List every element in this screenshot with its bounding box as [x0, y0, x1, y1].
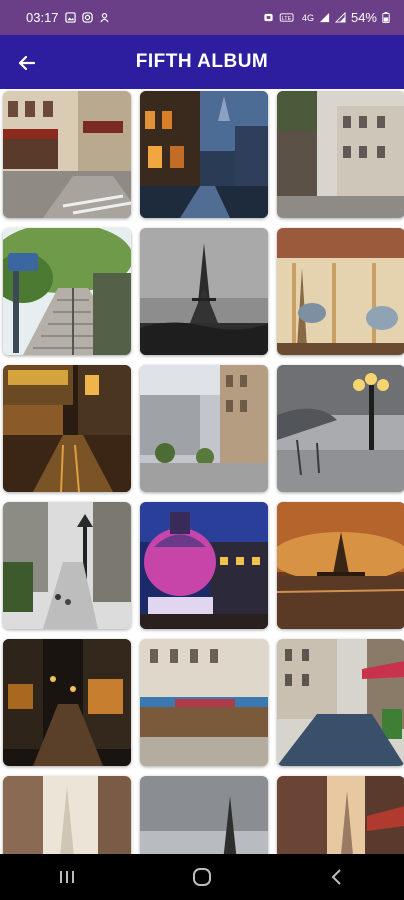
system-nav-bar: [0, 854, 404, 900]
status-bar: 03:17 LTE 4G 54%: [0, 0, 404, 35]
battery-percent: 54%: [350, 10, 377, 25]
status-time: 03:17: [26, 10, 59, 25]
signal-2-icon: [334, 12, 346, 23]
photo-thumbnail[interactable]: [277, 776, 404, 854]
recents-button[interactable]: [47, 857, 87, 897]
photo-thumbnail[interactable]: [140, 365, 268, 492]
photo-thumbnail[interactable]: [277, 365, 404, 492]
photo-thumbnail[interactable]: [140, 228, 268, 355]
app-notification-icon: [99, 12, 110, 23]
instagram-notification-icon: [81, 12, 93, 23]
back-chevron-icon: [331, 869, 341, 885]
photo-thumbnail[interactable]: [3, 776, 131, 854]
back-button[interactable]: [12, 48, 42, 78]
alarm-icon: [263, 12, 274, 23]
photo-thumbnail[interactable]: [140, 776, 268, 854]
photo-thumbnail[interactable]: [277, 639, 404, 766]
photo-thumbnail[interactable]: [140, 639, 268, 766]
photo-thumbnail[interactable]: [277, 91, 404, 218]
photo-thumbnail[interactable]: [3, 639, 131, 766]
volte-icon: LTE: [279, 12, 297, 23]
svg-text:LTE: LTE: [282, 16, 292, 22]
network-label: 4G: [301, 12, 314, 23]
photo-thumbnail[interactable]: [3, 228, 131, 355]
app-bar: FIFTH ALBUM: [0, 35, 404, 89]
photo-thumbnail[interactable]: [140, 502, 268, 629]
nav-back-button[interactable]: [317, 857, 357, 897]
home-button[interactable]: [182, 857, 222, 897]
photo-thumbnail[interactable]: [3, 365, 131, 492]
photo-thumbnail[interactable]: [3, 91, 131, 218]
page-title: FIFTH ALBUM: [135, 51, 269, 72]
photo-thumbnail[interactable]: [140, 91, 268, 218]
battery-icon: [382, 12, 390, 23]
arrow-left-icon: [18, 55, 36, 71]
signal-icon: [319, 12, 330, 23]
home-icon: [192, 868, 211, 886]
photo-thumbnail[interactable]: [3, 502, 131, 629]
photo-grid: [0, 89, 404, 854]
recents-icon: [60, 871, 75, 883]
photo-thumbnail[interactable]: [277, 228, 404, 355]
gallery-notification-icon: [64, 12, 76, 23]
photo-thumbnail[interactable]: [277, 502, 404, 629]
